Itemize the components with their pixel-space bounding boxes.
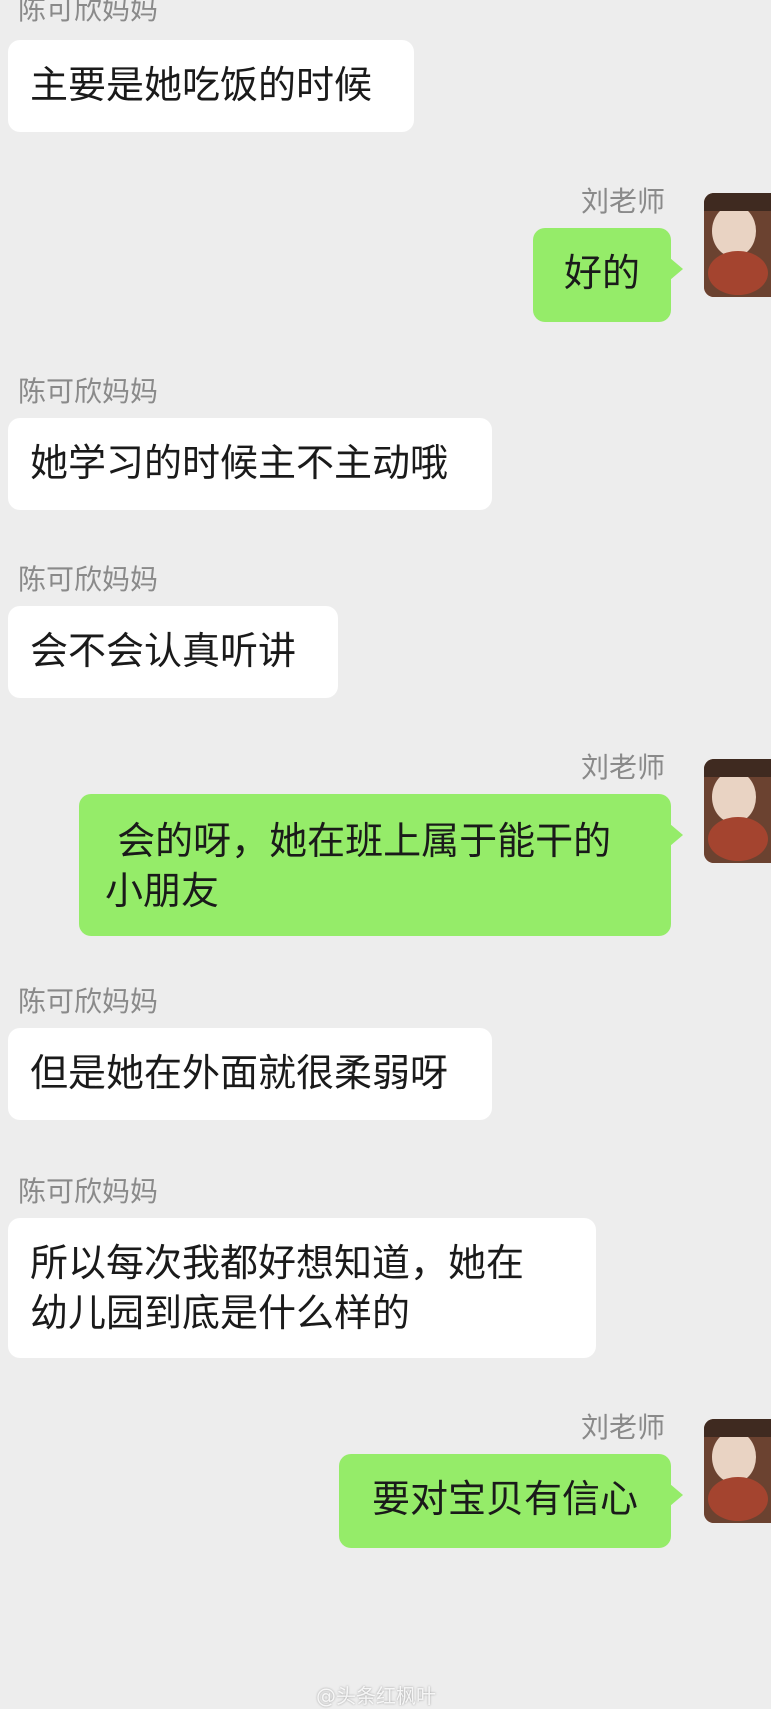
message-bubble[interactable]: 但是她在外面就很柔弱呀 (8, 1028, 492, 1120)
avatar[interactable] (704, 1419, 771, 1523)
message-bubble[interactable]: 要对宝贝有信心 (339, 1454, 683, 1548)
sender-name: 陈可欣妈妈 (18, 375, 159, 408)
sender-name: 陈可欣妈妈 (18, 985, 159, 1018)
message-bubble[interactable]: 会不会认真听讲 (8, 606, 338, 698)
sender-name: 刘老师 (580, 751, 665, 784)
sender-name: 陈可欣妈妈 (18, 0, 159, 26)
avatar[interactable] (704, 193, 771, 297)
sender-name: 陈可欣妈妈 (18, 1175, 159, 1208)
avatar[interactable] (704, 759, 771, 863)
sender-name: 刘老师 (580, 185, 665, 218)
watermark: @头条红枫叶 (316, 1684, 436, 1708)
message-bubble[interactable]: 她学习的时候主不主动哦 (8, 418, 492, 510)
sender-name: 刘老师 (580, 1411, 665, 1444)
message-bubble[interactable]: 主要是她吃饭的时候 (8, 40, 414, 132)
message-bubble[interactable]: 会的呀，她在班上属于能干的 小朋友 (79, 794, 683, 936)
message-bubble[interactable]: 所以每次我都好想知道，她在 幼儿园到底是什么样的 (8, 1218, 596, 1358)
message-bubble[interactable]: 好的 (533, 228, 683, 322)
sender-name: 陈可欣妈妈 (18, 563, 159, 596)
